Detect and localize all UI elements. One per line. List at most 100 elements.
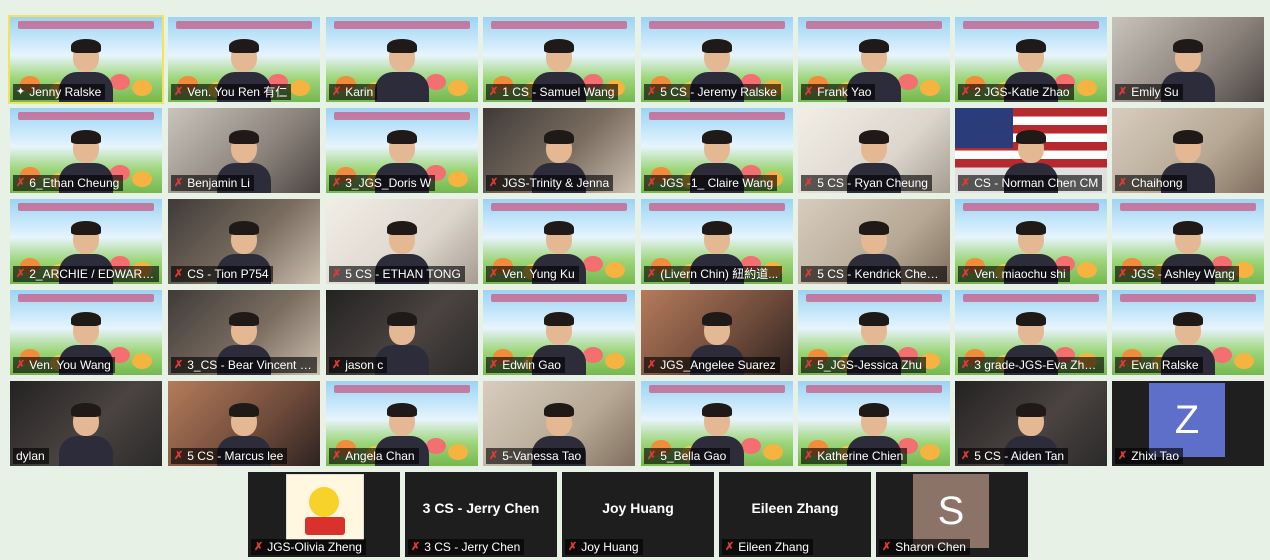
- mic-muted-icon: ✗: [1118, 450, 1128, 462]
- participant-tile[interactable]: ✗ Frank Yao: [798, 17, 950, 102]
- participant-name: Katherine Chien: [817, 449, 904, 463]
- mic-muted-icon: ✗: [489, 86, 499, 98]
- participant-tile[interactable]: dylan: [10, 381, 162, 466]
- mic-muted-icon: ✗: [804, 268, 814, 280]
- participant-tile[interactable]: ✗ JGS-Trinity & Jenna: [483, 108, 635, 193]
- participant-name: 5-Vanessa Tao: [502, 449, 582, 463]
- mic-muted-icon: ✗: [332, 450, 342, 462]
- participant-name-label: ✗ Sharon Chen: [879, 539, 970, 555]
- participant-tile[interactable]: Z ✗ Zhixi Tao: [1112, 381, 1264, 466]
- participant-tile[interactable]: ✗ 6_Ethan Cheung: [10, 108, 162, 193]
- participant-name-label: ✗ 3 CS - Jerry Chen: [408, 539, 525, 555]
- participant-name-label: ✗ JGS-Olivia Zheng: [251, 539, 366, 555]
- participant-tile[interactable]: ✗ CS - Tion P754: [168, 199, 320, 284]
- participant-tile[interactable]: ✗ jason c: [326, 290, 478, 375]
- avatar-initial: S: [913, 474, 989, 548]
- participant-tile[interactable]: ✗ (Livern Chin) 紐約道...: [641, 199, 793, 284]
- participant-name-label: ✗ 3 grade-JGS-Eva Zhe...: [958, 357, 1104, 373]
- participant-tile[interactable]: ✦ Jenny Ralske: [8, 15, 164, 104]
- participant-center-name: Eileen Zhang: [751, 500, 839, 516]
- participant-tile[interactable]: ✗ Emily Su: [1112, 17, 1264, 102]
- participant-name: Benjamin Li: [187, 176, 250, 190]
- participant-tile[interactable]: ✗ Ven. Yung Ku: [483, 199, 635, 284]
- participant-name: Angela Chan: [345, 449, 415, 463]
- participant-tile[interactable]: ✗ 3_JGS_Doris W: [326, 108, 478, 193]
- participant-tile[interactable]: ✗ 3 grade-JGS-Eva Zhe...: [955, 290, 1107, 375]
- mic-muted-icon: ✗: [489, 359, 499, 371]
- participant-tile[interactable]: Joy Huang ✗ Joy Huang: [562, 472, 714, 557]
- participant-tile[interactable]: ✗ JGS -1_ Claire Wang: [641, 108, 793, 193]
- participant-silhouette: [367, 38, 437, 102]
- participant-name: CS - Norman Chen CM: [974, 176, 1099, 190]
- participant-tile[interactable]: Eileen Zhang ✗ Eileen Zhang: [719, 472, 871, 557]
- participant-tile[interactable]: ✗ 5 CS - Marcus lee: [168, 381, 320, 466]
- participant-name-label: ✗ JGS - Ashley Wang: [1115, 266, 1239, 282]
- participant-tile[interactable]: ✗ Edwin Gao: [483, 290, 635, 375]
- participant-name: JGS-Olivia Zheng: [267, 540, 362, 554]
- participant-tile[interactable]: ✗ Ven. You Ren 有仁: [168, 17, 320, 102]
- mic-muted-icon: ✗: [647, 268, 657, 280]
- participant-name: Chaihong: [1131, 176, 1183, 190]
- participant-name-label: ✗ 5 CS - Aiden Tan: [958, 448, 1069, 464]
- mic-muted-icon: ✗: [332, 359, 342, 371]
- participant-name: Jenny Ralske: [29, 85, 102, 99]
- participant-tile[interactable]: ✗ Chaihong: [1112, 108, 1264, 193]
- participant-tile[interactable]: ✗ Katherine Chien: [798, 381, 950, 466]
- participant-tile[interactable]: ✗ Ven. You Wang: [10, 290, 162, 375]
- participant-tile[interactable]: ✗ 3_CS - Bear Vincent H...: [168, 290, 320, 375]
- participant-tile[interactable]: ✗ 5_JGS-Jessica Zhu: [798, 290, 950, 375]
- participant-tile[interactable]: ✗ 1 CS - Samuel Wang: [483, 17, 635, 102]
- participant-name: 2_ARCHIE / EDWARD ...: [29, 267, 155, 281]
- participant-tile[interactable]: ✗ Benjamin Li: [168, 108, 320, 193]
- participant-tile[interactable]: ✗ Evan Ralske: [1112, 290, 1264, 375]
- participant-silhouette: [51, 402, 121, 466]
- participant-tile[interactable]: ✗ JGS-Olivia Zheng: [248, 472, 400, 557]
- mic-muted-icon: ✗: [332, 86, 342, 98]
- mic-muted-icon: ✗: [961, 268, 971, 280]
- participant-tile[interactable]: ✗ 2 JGS-Katie Zhao: [955, 17, 1107, 102]
- participant-tile[interactable]: S ✗ Sharon Chen: [876, 472, 1028, 557]
- participant-tile[interactable]: ✗ 5 CS - Jeremy Ralske: [641, 17, 793, 102]
- mic-muted-icon: ✗: [1118, 86, 1128, 98]
- participant-name: Ven. You Ren 有仁: [187, 85, 288, 99]
- mic-muted-icon: ✗: [174, 86, 184, 98]
- participant-tile[interactable]: ✗ 5 CS - Ryan Cheung: [798, 108, 950, 193]
- participant-name-label: ✗ Joy Huang: [565, 539, 643, 555]
- participant-tile[interactable]: ✗ 2_ARCHIE / EDWARD ...: [10, 199, 162, 284]
- mic-muted-icon: ✗: [961, 177, 971, 189]
- participant-name-label: ✗ jason c: [329, 357, 388, 373]
- participant-tile[interactable]: ✗ 5-Vanessa Tao: [483, 381, 635, 466]
- participant-name: JGS - Ashley Wang: [1131, 267, 1235, 281]
- participant-name-label: ✗ 5_JGS-Jessica Zhu: [801, 357, 926, 373]
- profile-picture: [286, 474, 364, 540]
- participant-tile[interactable]: ✗ JGS_Angelee Suarez: [641, 290, 793, 375]
- participant-tile[interactable]: ✗ Ven. miaochu shi: [955, 199, 1107, 284]
- participant-name-label: ✗ Angela Chan: [329, 448, 419, 464]
- participant-name-label: ✗ Katherine Chien: [801, 448, 908, 464]
- participant-tile[interactable]: ✗ Karin: [326, 17, 478, 102]
- participant-name: jason c: [345, 358, 384, 372]
- participant-tile[interactable]: ✗ 5 CS - Kendrick Cheu...: [798, 199, 950, 284]
- participant-tile[interactable]: ✗ JGS - Ashley Wang: [1112, 199, 1264, 284]
- participant-name-label: ✗ Zhixi Tao: [1115, 448, 1184, 464]
- participant-tile[interactable]: ✗ 5 CS - ETHAN TONG: [326, 199, 478, 284]
- participant-name-label: ✗ 1 CS - Samuel Wang: [486, 84, 619, 100]
- participant-tile[interactable]: 3 CS - Jerry Chen ✗ 3 CS - Jerry Chen: [405, 472, 557, 557]
- mic-muted-icon: ✗: [804, 177, 814, 189]
- participant-tile[interactable]: ✗ CS - Norman Chen CM: [955, 108, 1107, 193]
- participant-tile[interactable]: ✗ 5 CS - Aiden Tan: [955, 381, 1107, 466]
- participant-name: 5 CS - Ryan Cheung: [817, 176, 928, 190]
- mic-muted-icon: ✗: [961, 359, 971, 371]
- participant-tile[interactable]: ✗ 5_Bella Gao: [641, 381, 793, 466]
- participant-name-label: ✗ CS - Tion P754: [171, 266, 273, 282]
- participant-tile[interactable]: ✗ Angela Chan: [326, 381, 478, 466]
- mic-muted-icon: ✗: [332, 268, 342, 280]
- participant-name-label: ✗ Ven. You Ren 有仁: [171, 84, 292, 100]
- participant-name-label: ✗ 5_Bella Gao: [644, 448, 731, 464]
- mic-muted-icon: ✗: [568, 541, 578, 553]
- participant-name: 3 CS - Jerry Chen: [424, 540, 521, 554]
- participant-name: JGS_Angelee Suarez: [660, 358, 776, 372]
- mic-muted-icon: ✗: [804, 86, 814, 98]
- participant-name: 3_CS - Bear Vincent H...: [187, 358, 313, 372]
- participant-center-name: 3 CS - Jerry Chen: [422, 500, 540, 516]
